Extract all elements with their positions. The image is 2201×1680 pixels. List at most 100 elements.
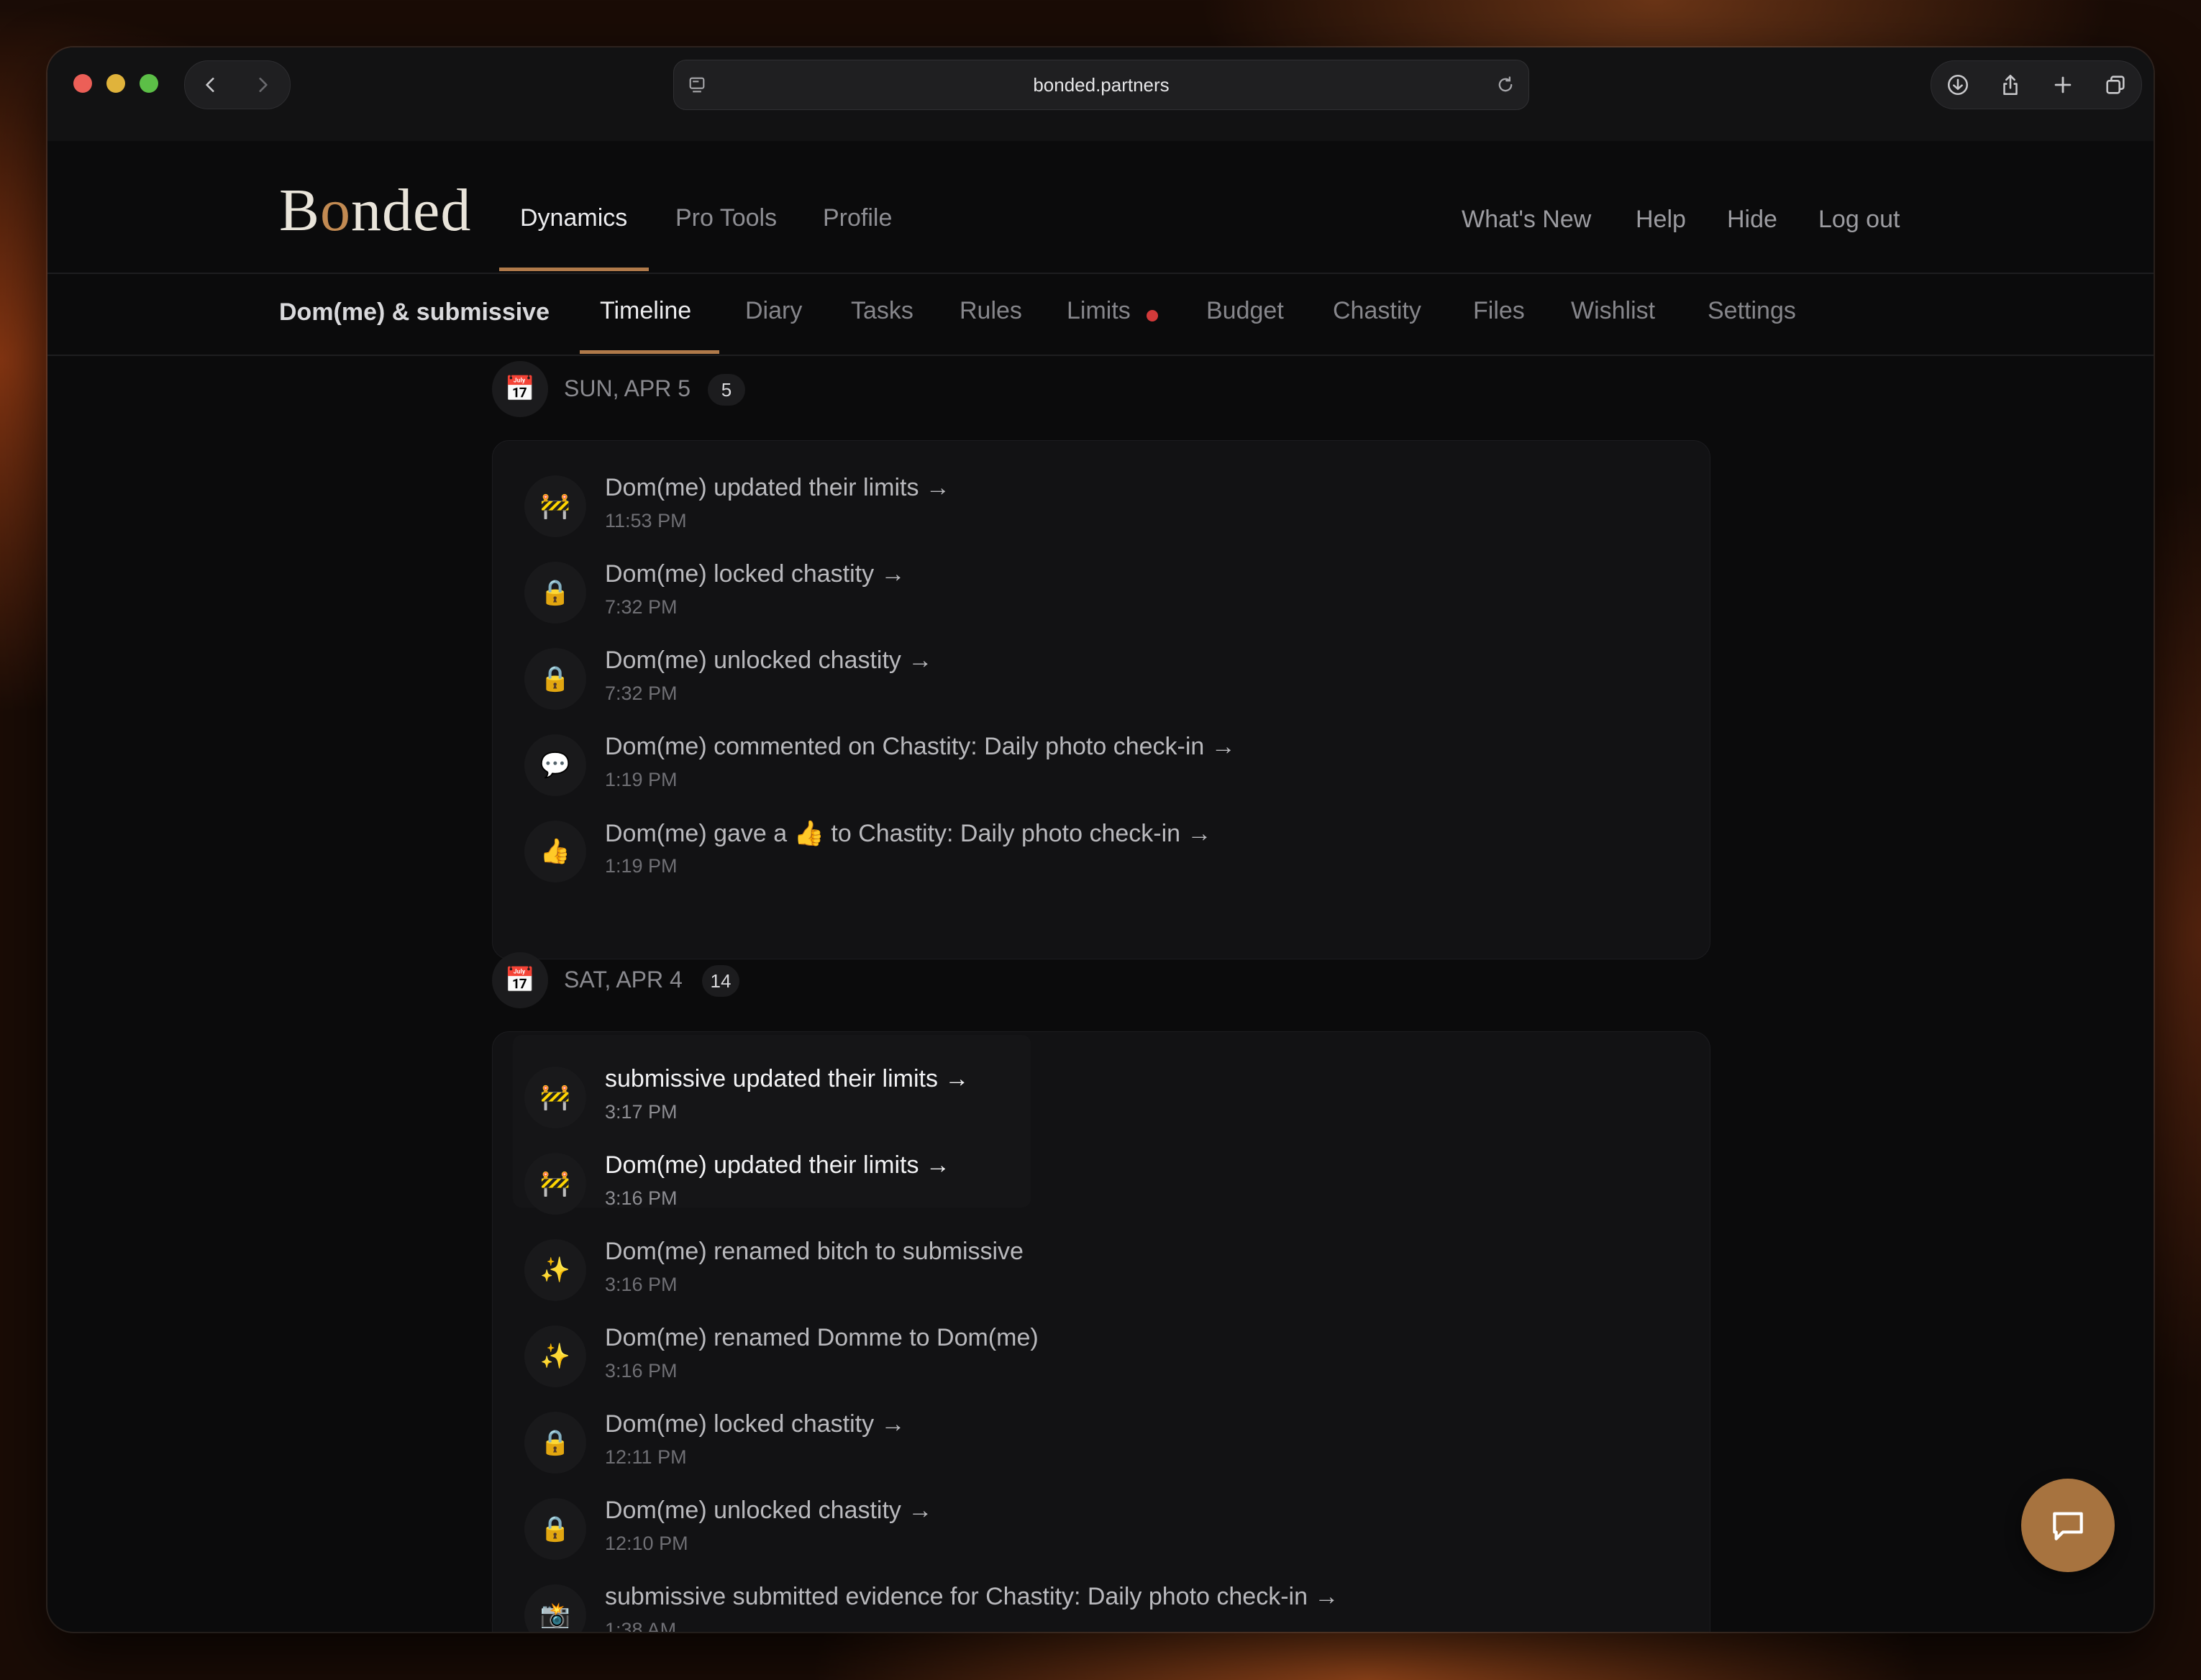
limits-notification-dot bbox=[1147, 310, 1158, 321]
history-nav-group bbox=[184, 60, 291, 109]
timeline-item: ✨ Dom(me) renamed bitch to submissive 3:… bbox=[493, 1222, 1710, 1308]
lock-icon: 🔒 bbox=[524, 648, 586, 710]
item-title[interactable]: Dom(me) unlocked chastity → bbox=[605, 1497, 932, 1525]
toolbar-actions bbox=[1931, 60, 2142, 109]
tab-limits[interactable]: Limits bbox=[1067, 297, 1131, 325]
timeline-item[interactable]: 🚧 submissive updated their limits → 3:17… bbox=[493, 1049, 1710, 1136]
barrier-icon: 🚧 bbox=[524, 1067, 586, 1128]
tab-tasks[interactable]: Tasks bbox=[851, 297, 913, 325]
sparkles-icon: ✨ bbox=[524, 1239, 586, 1301]
chat-button[interactable] bbox=[2021, 1479, 2115, 1572]
day-label: SAT, APR 4 bbox=[564, 967, 683, 992]
timeline-item[interactable]: 🚧 Dom(me) updated their limits → 11:53 P… bbox=[493, 458, 1710, 544]
item-title[interactable]: Dom(me) updated their limits → bbox=[605, 474, 950, 502]
tab-wishlist[interactable]: Wishlist bbox=[1571, 297, 1655, 325]
close-window-button[interactable] bbox=[73, 74, 92, 93]
active-tab-indicator bbox=[580, 350, 719, 354]
item-time: 1:38 AM bbox=[605, 1619, 677, 1632]
dynamic-subnav: Dom(me) & submissive Timeline Diary Task… bbox=[47, 273, 2154, 356]
sparkles-icon: ✨ bbox=[524, 1325, 586, 1387]
tab-diary[interactable]: Diary bbox=[745, 297, 802, 325]
tab-rules[interactable]: Rules bbox=[960, 297, 1022, 325]
item-title[interactable]: Dom(me) updated their limits → bbox=[605, 1151, 950, 1179]
item-time: 12:11 PM bbox=[605, 1446, 687, 1468]
reload-icon[interactable] bbox=[1495, 75, 1516, 95]
calendar-icon: 📅 bbox=[492, 361, 548, 417]
day-count-badge: 14 bbox=[702, 965, 739, 997]
lock-icon: 🔒 bbox=[524, 562, 586, 624]
new-tab-button[interactable] bbox=[2036, 61, 2089, 109]
tab-timeline[interactable]: Timeline bbox=[600, 297, 691, 325]
item-time: 3:16 PM bbox=[605, 1360, 678, 1382]
share-button[interactable] bbox=[1984, 61, 2036, 109]
calendar-icon: 📅 bbox=[492, 952, 548, 1008]
timeline-item[interactable]: 📸 submissive submitted evidence for Chas… bbox=[493, 1567, 1710, 1632]
item-time: 11:53 PM bbox=[605, 510, 687, 531]
back-button[interactable] bbox=[185, 61, 237, 109]
item-time: 7:32 PM bbox=[605, 682, 678, 704]
chevron-right-icon bbox=[259, 78, 268, 92]
site-header: Bonded Dynamics Pro Tools Profile What's… bbox=[47, 141, 2154, 274]
barrier-icon: 🚧 bbox=[524, 475, 586, 537]
item-title[interactable]: submissive updated their limits → bbox=[605, 1065, 969, 1093]
share-icon bbox=[2002, 74, 2018, 96]
item-time: 7:32 PM bbox=[605, 596, 678, 618]
item-time: 12:10 PM bbox=[605, 1533, 688, 1554]
timeline-item[interactable]: 🚧 Dom(me) updated their limits → 3:16 PM bbox=[493, 1136, 1710, 1222]
minimize-window-button[interactable] bbox=[106, 74, 125, 93]
tab-overview-button[interactable] bbox=[2089, 61, 2141, 109]
timeline-item[interactable]: 🔒 Dom(me) locked chastity → 7:32 PM bbox=[493, 544, 1710, 631]
tab-files[interactable]: Files bbox=[1473, 297, 1525, 325]
nav-help[interactable]: Help bbox=[1636, 206, 1686, 234]
nav-log-out[interactable]: Log out bbox=[1818, 206, 1900, 234]
timeline-item[interactable]: 👍 Dom(me) gave a 👍 to Chastity: Daily ph… bbox=[493, 803, 1710, 890]
item-title[interactable]: Dom(me) gave a 👍 to Chastity: Daily phot… bbox=[605, 819, 1212, 848]
nav-whats-new[interactable]: What's New bbox=[1462, 206, 1591, 234]
address-bar[interactable]: bonded.partners bbox=[673, 60, 1529, 110]
timeline-item[interactable]: 🔒 Dom(me) unlocked chastity → 12:10 PM bbox=[493, 1481, 1710, 1567]
item-time: 3:16 PM bbox=[605, 1274, 678, 1295]
timeline-item[interactable]: 🔒 Dom(me) unlocked chastity → 7:32 PM bbox=[493, 631, 1710, 717]
tabs-icon bbox=[2105, 76, 2125, 94]
logo-ring-letter: o bbox=[320, 177, 352, 244]
active-nav-indicator bbox=[499, 268, 649, 271]
timeline-item[interactable]: 🔒 Dom(me) locked chastity → 12:11 PM bbox=[493, 1394, 1710, 1481]
lock-icon: 🔒 bbox=[524, 1498, 586, 1560]
item-time: 3:16 PM bbox=[605, 1187, 678, 1209]
item-title[interactable]: Dom(me) locked chastity → bbox=[605, 560, 906, 588]
forward-button[interactable] bbox=[237, 61, 288, 109]
nav-profile[interactable]: Profile bbox=[823, 204, 892, 232]
zoom-window-button[interactable] bbox=[140, 74, 158, 93]
download-icon bbox=[1947, 74, 1968, 96]
item-time: 1:19 PM bbox=[605, 769, 678, 790]
day-label: SUN, APR 5 bbox=[564, 375, 691, 401]
lock-icon: 🔒 bbox=[524, 1412, 586, 1474]
item-title[interactable]: Dom(me) locked chastity → bbox=[605, 1410, 906, 1438]
nav-hide[interactable]: Hide bbox=[1727, 206, 1777, 234]
item-time: 3:17 PM bbox=[605, 1101, 678, 1123]
item-title[interactable]: Dom(me) unlocked chastity → bbox=[605, 647, 932, 675]
camera-icon: 📸 bbox=[524, 1584, 586, 1632]
tab-chastity[interactable]: Chastity bbox=[1333, 297, 1421, 325]
plus-icon bbox=[2054, 76, 2071, 93]
downloads-button[interactable] bbox=[1931, 61, 1984, 109]
barrier-icon: 🚧 bbox=[524, 1153, 586, 1215]
logo-text: Bonded bbox=[279, 177, 472, 244]
item-title[interactable]: Dom(me) commented on Chastity: Daily pho… bbox=[605, 733, 1236, 761]
thumbs-up-icon: 👍 bbox=[524, 821, 586, 882]
item-title: Dom(me) renamed Domme to Dom(me) bbox=[605, 1324, 1039, 1351]
nav-dynamics[interactable]: Dynamics bbox=[520, 204, 627, 232]
browser-toolbar: bonded.partners bbox=[47, 47, 2154, 141]
item-title[interactable]: submissive submitted evidence for Chasti… bbox=[605, 1583, 1339, 1611]
tab-budget[interactable]: Budget bbox=[1206, 297, 1284, 325]
tab-settings[interactable]: Settings bbox=[1708, 297, 1796, 325]
item-title: Dom(me) renamed bitch to submissive bbox=[605, 1238, 1024, 1265]
timeline-item: ✨ Dom(me) renamed Domme to Dom(me) 3:16 … bbox=[493, 1308, 1710, 1394]
speech-bubble-icon: 💬 bbox=[524, 734, 586, 796]
chevron-left-icon bbox=[206, 78, 214, 92]
bonded-logo[interactable]: Bonded bbox=[279, 175, 471, 245]
timeline-item[interactable]: 💬 Dom(me) commented on Chastity: Daily p… bbox=[493, 717, 1710, 803]
chat-icon bbox=[2053, 1512, 2083, 1540]
nav-pro-tools[interactable]: Pro Tools bbox=[675, 204, 777, 232]
url-text[interactable]: bonded.partners bbox=[674, 60, 1528, 109]
